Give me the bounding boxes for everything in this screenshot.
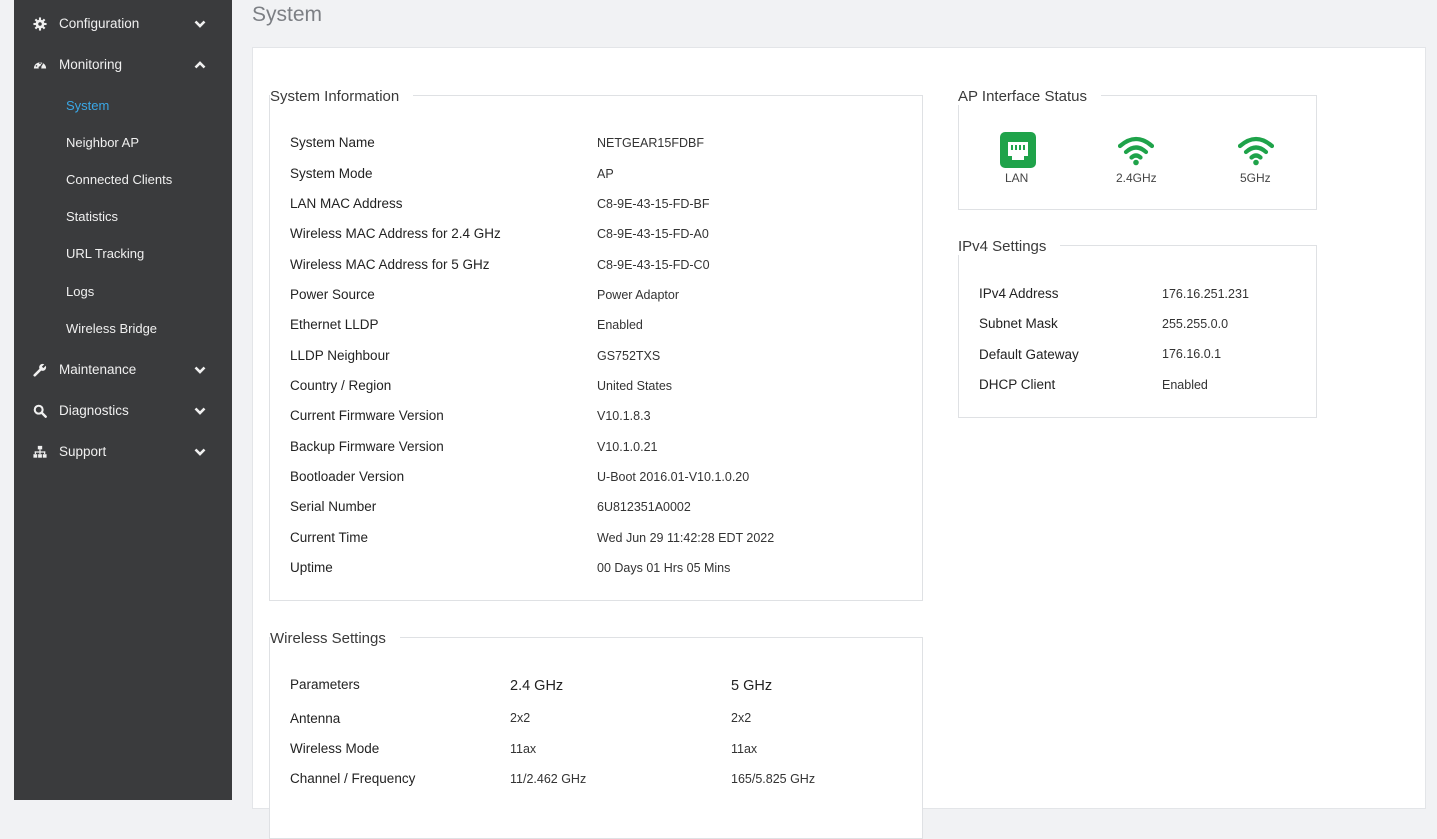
chevron-down-icon <box>194 407 206 415</box>
nav-monitoring[interactable]: Monitoring <box>14 48 232 82</box>
backup-firmware-value: V10.1.0.21 <box>597 440 658 454</box>
uptime-value: 00 Days 01 Hrs 05 Mins <box>597 561 731 575</box>
country-region-value: United States <box>597 379 673 393</box>
ap-24ghz-label: 2.4GHz <box>1116 171 1157 185</box>
current-firmware-value: V10.1.8.3 <box>597 409 651 423</box>
lan-mac-value: C8-9E-43-15-FD-BF <box>597 197 710 211</box>
nav-diagnostics[interactable]: Diagnostics <box>14 394 232 428</box>
default-gateway-value: 176.16.0.1 <box>1162 347 1222 361</box>
power-source-value: Power Adaptor <box>597 288 679 302</box>
ap-lan-label: LAN <box>1005 171 1029 185</box>
nav-maintenance-label: Maintenance <box>59 362 137 377</box>
uptime-label: Uptime <box>290 560 333 575</box>
search-icon <box>33 404 47 418</box>
wireless-mac-24-label: Wireless MAC Address for 2.4 GHz <box>290 226 501 241</box>
sidebar-item-system[interactable]: System <box>66 98 109 113</box>
ipv4-address-label: IPv4 Address <box>979 286 1059 301</box>
ws-24ghz-header: 2.4 GHz <box>510 678 564 694</box>
current-time-value: Wed Jun 29 11:42:28 EDT 2022 <box>597 531 775 545</box>
wireless-mac-5-label: Wireless MAC Address for 5 GHz <box>290 257 490 272</box>
ethernet-lldp-label: Ethernet LLDP <box>290 317 379 332</box>
chevron-down-icon <box>194 20 206 28</box>
chevron-down-icon <box>194 366 206 374</box>
system-mode-value: AP <box>597 167 614 181</box>
system-information-title: System Information <box>270 88 414 105</box>
current-time-label: Current Time <box>290 530 369 545</box>
system-name-label: System Name <box>290 135 375 150</box>
ipv4-address-value: 176.16.251.231 <box>1162 287 1249 301</box>
gear-icon <box>33 17 47 31</box>
sidebar-item-wireless-bridge[interactable]: Wireless Bridge <box>66 321 157 336</box>
system-name-value: NETGEAR15FDBF <box>597 136 704 150</box>
lldp-neighbour-label: LLDP Neighbour <box>290 348 390 363</box>
wireless-mac-24-value: C8-9E-43-15-FD-A0 <box>597 227 709 241</box>
ws-antenna-label: Antenna <box>290 711 341 726</box>
ap-interface-status-title: AP Interface Status <box>958 88 1101 105</box>
power-source-label: Power Source <box>290 287 375 302</box>
nav-maintenance[interactable]: Maintenance <box>14 353 232 387</box>
sidebar: Configuration Monitoring System Neighbor… <box>14 0 232 800</box>
page-title: System <box>252 3 323 26</box>
left-gutter <box>0 0 14 800</box>
chevron-down-icon <box>194 448 206 456</box>
subnet-mask-label: Subnet Mask <box>979 316 1058 331</box>
wireless-settings-box <box>269 637 923 839</box>
backup-firmware-label: Backup Firmware Version <box>290 439 444 454</box>
main-panel: System Information System Name NETGEAR15… <box>252 47 1426 839</box>
wireless-settings-title: Wireless Settings <box>270 630 400 647</box>
wifi-icon <box>1238 136 1274 166</box>
lldp-neighbour-value: GS752TXS <box>597 349 661 363</box>
subnet-mask-value: 255.255.0.0 <box>1162 317 1229 331</box>
sidebar-item-connected-clients[interactable]: Connected Clients <box>66 172 172 187</box>
nav-diagnostics-label: Diagnostics <box>59 403 129 418</box>
nav-support[interactable]: Support <box>14 435 232 469</box>
dhcp-client-label: DHCP Client <box>979 377 1056 392</box>
ethernet-port-icon <box>1000 132 1036 168</box>
serial-number-label: Serial Number <box>290 499 377 514</box>
ws-channel-24-value: 11/2.462 GHz <box>510 772 587 786</box>
ws-parameters-header: Parameters <box>290 677 360 692</box>
wifi-icon <box>1118 136 1154 166</box>
chevron-up-icon <box>194 61 206 69</box>
ws-channel-label: Channel / Frequency <box>290 771 416 786</box>
default-gateway-label: Default Gateway <box>979 347 1079 362</box>
ws-channel-5-value: 165/5.825 GHz <box>731 772 816 786</box>
nav-configuration[interactable]: Configuration <box>14 7 232 41</box>
dashboard-icon <box>33 62 47 70</box>
ws-wireless-mode-5-value: 11ax <box>731 742 758 756</box>
ethernet-lldp-value: Enabled <box>597 318 643 332</box>
serial-number-value: 6U812351A0002 <box>597 500 691 514</box>
nav-configuration-label: Configuration <box>59 16 140 31</box>
ws-antenna-24-value: 2x2 <box>510 711 531 725</box>
sidebar-item-neighbor-ap[interactable]: Neighbor AP <box>66 135 139 150</box>
bootloader-version-label: Bootloader Version <box>290 469 405 484</box>
nav-support-label: Support <box>59 444 107 459</box>
ws-wireless-mode-label: Wireless Mode <box>290 741 380 756</box>
country-region-label: Country / Region <box>290 378 392 393</box>
sidebar-item-logs[interactable]: Logs <box>66 284 94 299</box>
lan-mac-label: LAN MAC Address <box>290 196 403 211</box>
dhcp-client-value: Enabled <box>1162 378 1208 392</box>
bootloader-version-value: U-Boot 2016.01-V10.1.0.20 <box>597 470 750 484</box>
ws-antenna-5-value: 2x2 <box>731 711 752 725</box>
nav-monitoring-label: Monitoring <box>59 57 123 72</box>
wireless-mac-5-value: C8-9E-43-15-FD-C0 <box>597 258 710 272</box>
system-mode-label: System Mode <box>290 166 373 181</box>
sitemap-icon <box>33 445 47 458</box>
ipv4-settings-box <box>958 245 1317 418</box>
sidebar-item-statistics[interactable]: Statistics <box>66 209 118 224</box>
ipv4-settings-title: IPv4 Settings <box>958 238 1061 255</box>
ap-5ghz-label: 5GHz <box>1240 171 1271 185</box>
wrench-icon <box>33 363 47 377</box>
current-firmware-label: Current Firmware Version <box>290 408 444 423</box>
ws-5ghz-header: 5 GHz <box>731 678 773 694</box>
sidebar-item-url-tracking[interactable]: URL Tracking <box>66 246 144 261</box>
ws-wireless-mode-24-value: 11ax <box>510 742 537 756</box>
